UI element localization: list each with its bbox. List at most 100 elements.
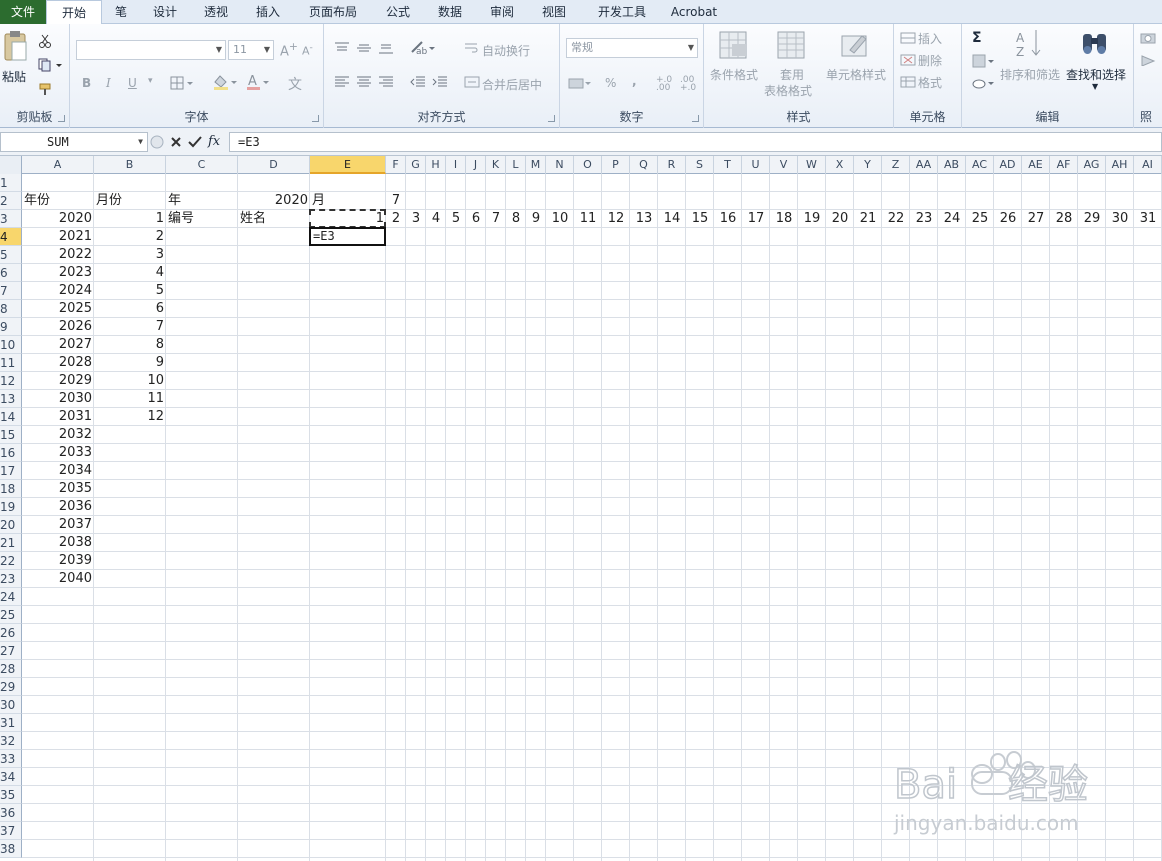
row-header-4[interactable]: 4 xyxy=(0,228,22,246)
row-header-7[interactable]: 7 xyxy=(0,282,22,300)
cell-S3[interactable]: 15 xyxy=(686,210,714,228)
row-header-9[interactable]: 9 xyxy=(0,318,22,336)
cell-O3[interactable]: 11 xyxy=(574,210,602,228)
currency-icon[interactable] xyxy=(568,76,592,93)
row-header-16[interactable]: 16 xyxy=(0,444,22,462)
tab-7[interactable]: 公式 xyxy=(372,0,424,24)
cell-J3[interactable]: 6 xyxy=(466,210,486,228)
cell-A16[interactable]: 2033 xyxy=(22,444,94,462)
column-header-AE[interactable]: AE xyxy=(1022,156,1050,174)
row-header-32[interactable]: 32 xyxy=(0,732,22,750)
increase-indent-icon[interactable] xyxy=(432,76,448,91)
active-cell-editor[interactable]: =E3 xyxy=(309,227,386,246)
column-header-N[interactable]: N xyxy=(546,156,574,174)
align-middle-icon[interactable] xyxy=(356,42,372,57)
tab-11[interactable]: 开发工具 xyxy=(580,0,664,24)
row-header-21[interactable]: 21 xyxy=(0,534,22,552)
cell-G3[interactable]: 3 xyxy=(406,210,426,228)
row-header-23[interactable]: 23 xyxy=(0,570,22,588)
align-bottom-icon[interactable] xyxy=(378,42,394,57)
row-header-35[interactable]: 35 xyxy=(0,786,22,804)
cell-A10[interactable]: 2027 xyxy=(22,336,94,354)
cell-B8[interactable]: 6 xyxy=(94,300,166,318)
cell-A20[interactable]: 2037 xyxy=(22,516,94,534)
column-header-I[interactable]: I xyxy=(446,156,466,174)
row-header-24[interactable]: 24 xyxy=(0,588,22,606)
row-header-19[interactable]: 19 xyxy=(0,498,22,516)
row-header-20[interactable]: 20 xyxy=(0,516,22,534)
number-launcher[interactable] xyxy=(692,115,699,122)
cell-AA3[interactable]: 23 xyxy=(910,210,938,228)
cell-B13[interactable]: 11 xyxy=(94,390,166,408)
italic-button[interactable]: I xyxy=(106,76,111,90)
cell-A14[interactable]: 2031 xyxy=(22,408,94,426)
font-size-combo[interactable]: 11 ▼ xyxy=(228,40,274,60)
column-header-Z[interactable]: Z xyxy=(882,156,910,174)
cell-W3[interactable]: 19 xyxy=(798,210,826,228)
column-header-AF[interactable]: AF xyxy=(1050,156,1078,174)
cell-E2[interactable]: 月 xyxy=(310,192,386,210)
wrap-text-button[interactable]: 自动换行 xyxy=(482,42,530,59)
enter-check-icon[interactable] xyxy=(188,135,202,152)
column-header-B[interactable]: B xyxy=(94,156,166,174)
sort-filter-button[interactable]: 排序和筛选 xyxy=(1000,66,1060,83)
row-header-22[interactable]: 22 xyxy=(0,552,22,570)
row-header-28[interactable]: 28 xyxy=(0,660,22,678)
column-header-AB[interactable]: AB xyxy=(938,156,966,174)
row-header-18[interactable]: 18 xyxy=(0,480,22,498)
column-header-Q[interactable]: Q xyxy=(630,156,658,174)
row-header-5[interactable]: 5 xyxy=(0,246,22,264)
column-header-H[interactable]: H xyxy=(426,156,446,174)
cell-A3[interactable]: 2020 xyxy=(22,210,94,228)
cell-U3[interactable]: 17 xyxy=(742,210,770,228)
delete-cells-button[interactable]: 删除 xyxy=(918,52,942,69)
cell-F3[interactable]: 2 xyxy=(386,210,406,228)
border-icon[interactable] xyxy=(170,76,194,93)
row-header-33[interactable]: 33 xyxy=(0,750,22,768)
cell-P3[interactable]: 12 xyxy=(602,210,630,228)
column-header-D[interactable]: D xyxy=(238,156,310,174)
column-header-M[interactable]: M xyxy=(526,156,546,174)
cell-AH3[interactable]: 30 xyxy=(1106,210,1134,228)
copy-icon[interactable] xyxy=(38,58,62,75)
row-header-2[interactable]: 2 xyxy=(0,192,22,210)
cell-A6[interactable]: 2023 xyxy=(22,264,94,282)
column-header-G[interactable]: G xyxy=(406,156,426,174)
clipboard-launcher[interactable] xyxy=(58,115,65,122)
font-name-combo[interactable]: ▼ xyxy=(76,40,226,60)
cell-A23[interactable]: 2040 xyxy=(22,570,94,588)
row-header-11[interactable]: 11 xyxy=(0,354,22,372)
row-header-27[interactable]: 27 xyxy=(0,642,22,660)
cell-A7[interactable]: 2024 xyxy=(22,282,94,300)
row-header-38[interactable]: 38 xyxy=(0,840,22,858)
tab-5[interactable]: 插入 xyxy=(242,0,294,24)
row-header-30[interactable]: 30 xyxy=(0,696,22,714)
row-header-31[interactable]: 31 xyxy=(0,714,22,732)
cell-A21[interactable]: 2038 xyxy=(22,534,94,552)
underline-button[interactable]: U xyxy=(128,76,137,90)
tab-0[interactable]: 文件 xyxy=(0,0,46,24)
cell-AE3[interactable]: 27 xyxy=(1022,210,1050,228)
row-header-26[interactable]: 26 xyxy=(0,624,22,642)
column-header-AH[interactable]: AH xyxy=(1106,156,1134,174)
cell-A18[interactable]: 2035 xyxy=(22,480,94,498)
cell-C3[interactable]: 编号 xyxy=(166,210,238,228)
clear-icon[interactable] xyxy=(972,76,996,93)
column-header-F[interactable]: F xyxy=(386,156,406,174)
cell-B4[interactable]: 2 xyxy=(94,228,166,246)
tab-12[interactable]: Acrobat xyxy=(664,0,724,24)
cell-styles-button[interactable]: 单元格样式 xyxy=(826,66,886,83)
tab-10[interactable]: 视图 xyxy=(528,0,580,24)
alignment-launcher[interactable] xyxy=(548,115,555,122)
cell-H3[interactable]: 4 xyxy=(426,210,446,228)
row-header-25[interactable]: 25 xyxy=(0,606,22,624)
share-icon[interactable] xyxy=(1140,54,1156,69)
cell-A17[interactable]: 2034 xyxy=(22,462,94,480)
font-color-icon[interactable]: A xyxy=(246,74,272,93)
number-format-combo[interactable]: 常规 ▼ xyxy=(566,38,698,58)
tab-1[interactable]: 开始 xyxy=(46,0,102,25)
row-header-13[interactable]: 13 xyxy=(0,390,22,408)
row-header-29[interactable]: 29 xyxy=(0,678,22,696)
format-as-table-line1[interactable]: 套用 xyxy=(780,66,804,83)
tab-8[interactable]: 数据 xyxy=(424,0,476,24)
